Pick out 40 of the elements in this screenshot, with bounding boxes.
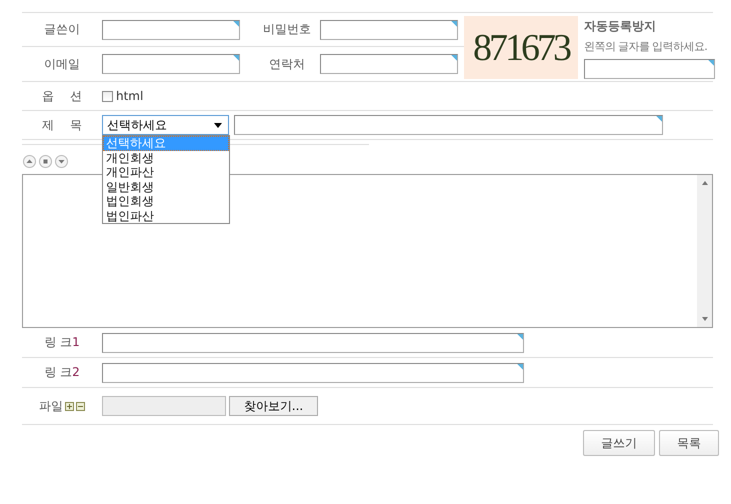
dropdown-option[interactable]: 개인회생 [103, 150, 229, 165]
dropdown-option[interactable]: 일반회생 [103, 180, 229, 194]
browse-button[interactable]: 찾아보기... [229, 396, 318, 416]
field-label: 글쓴이 [44, 21, 80, 38]
input-field[interactable] [320, 54, 458, 74]
scroll-down-icon[interactable] [702, 317, 708, 321]
add-icon[interactable] [65, 402, 74, 410]
form-button[interactable]: 목록 [659, 430, 719, 456]
subject-label: 제 목 [41, 116, 83, 134]
category-select[interactable]: 선택하세요 [102, 115, 229, 135]
option-label: 옵 션 [41, 88, 83, 104]
input-field[interactable] [320, 20, 458, 40]
scrollbar[interactable] [697, 175, 712, 327]
captcha-hint: 왼쪽의 글자를 입력하세요. [584, 39, 708, 54]
link-field[interactable] [102, 362, 524, 382]
field-label: 비밀번호 [263, 21, 311, 38]
input-field[interactable] [102, 54, 240, 74]
link-label: 링 크2 [43, 364, 81, 381]
captcha-field[interactable] [584, 59, 715, 79]
html-checkbox[interactable] [102, 90, 113, 102]
link-field[interactable] [102, 332, 524, 352]
dropdown-option[interactable]: 법인파산 [103, 208, 229, 223]
caret-icon [214, 122, 222, 128]
checkbox-label: html [116, 89, 144, 103]
move-up-icon[interactable] [23, 155, 36, 168]
form-button[interactable]: 글쓰기 [583, 430, 655, 456]
dropdown-option[interactable]: 개인파산 [103, 165, 229, 180]
link-label: 링 크1 [43, 334, 81, 351]
subject-field[interactable] [234, 115, 663, 135]
captcha-image: 871673 [464, 16, 578, 79]
field-label: 연락처 [269, 56, 305, 72]
stop-icon[interactable] [39, 155, 52, 168]
move-down-icon[interactable] [55, 155, 68, 168]
captcha-title: 자동등록방지 [584, 18, 657, 35]
file-label: 파일 [39, 398, 63, 414]
remove-icon[interactable] [76, 402, 85, 410]
input-field[interactable] [102, 20, 240, 40]
scroll-up-icon[interactable] [702, 181, 708, 185]
field-label: 이메일 [44, 56, 80, 72]
dropdown-option[interactable]: 법인회생 [103, 194, 229, 208]
